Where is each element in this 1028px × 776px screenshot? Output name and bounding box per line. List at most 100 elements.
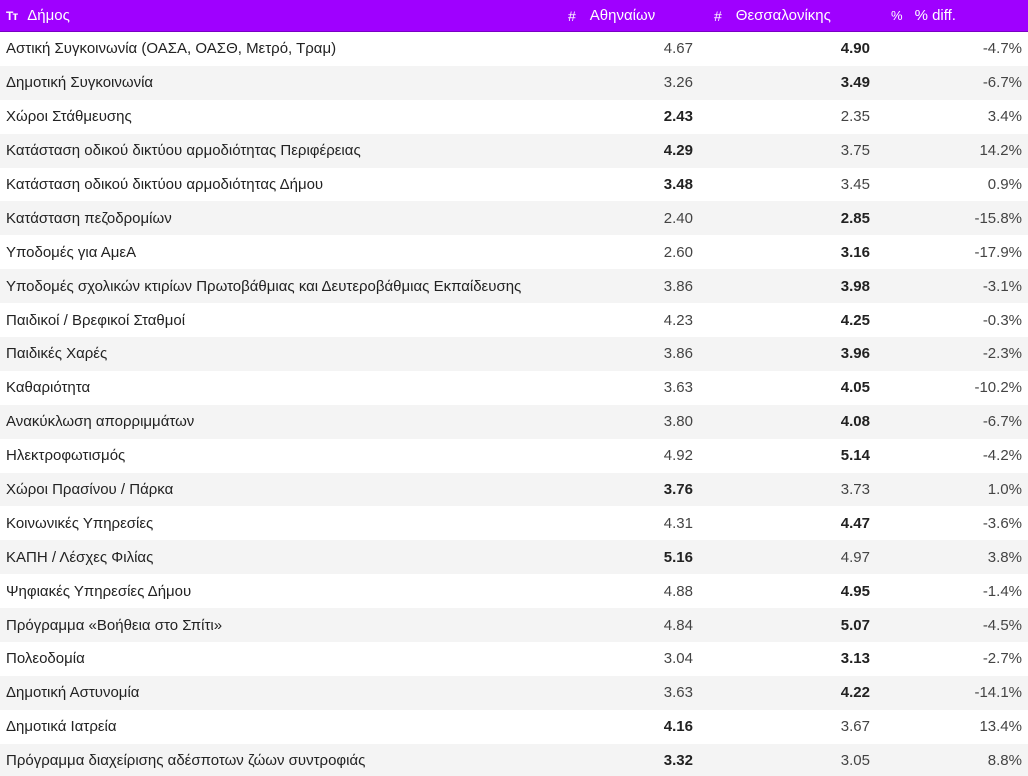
cell-dimos: Αστική Συγκοινωνία (ΟΑΣΑ, ΟΑΣΘ, Μετρό, Τ… (6, 40, 337, 58)
cell-thessalonikis: 4.97 (840, 548, 870, 566)
cell-thessalonikis: 5.07 (840, 616, 870, 634)
cell-dimos: Καθαριότητα (6, 379, 91, 397)
cell-thessalonikis: 4.08 (840, 413, 870, 431)
cell-athinaion: 3.86 (663, 345, 693, 363)
cell-athinaion: 3.80 (663, 413, 693, 431)
cell-dimos: Πρόγραμμα διαχείρισης αδέσποτων ζώων συν… (6, 752, 366, 770)
cell-diff: -10.2% (974, 379, 1022, 397)
cell-diff: -4.7% (982, 40, 1022, 58)
cell-diff: -17.9% (974, 243, 1022, 261)
cell-diff: 3.8% (987, 548, 1022, 566)
table-row: Καθαριότητα 3.63 4.05 -10.2% (0, 370, 1028, 405)
table-row: Ηλεκτροφωτισμός 4.92 5.14 -4.2% (0, 438, 1028, 473)
cell-dimos: Παιδικοί / Βρεφικοί Σταθμοί (6, 311, 186, 329)
cell-thessalonikis: 4.95 (840, 582, 870, 600)
cell-athinaion: 3.04 (663, 650, 693, 668)
cell-dimos: Πολεοδομία (6, 650, 85, 668)
cell-diff: 3.4% (987, 108, 1022, 126)
cell-thessalonikis: 3.05 (840, 752, 870, 770)
cell-thessalonikis: 2.35 (840, 108, 870, 126)
column-header-label: Θεσσαλονίκης (735, 7, 831, 24)
cell-athinaion: 4.67 (663, 40, 693, 58)
column-header-thessalonikis[interactable]: # Θεσσαλονίκης (702, 0, 879, 31)
cell-diff: -2.7% (982, 650, 1022, 668)
cell-thessalonikis: 3.67 (840, 718, 870, 736)
cell-diff: -3.1% (982, 277, 1022, 295)
cell-thessalonikis: 3.49 (840, 74, 870, 92)
cell-diff: 13.4% (979, 718, 1022, 736)
cell-athinaion: 3.63 (663, 684, 693, 702)
cell-diff: 14.2% (979, 142, 1022, 160)
column-header-athinaion[interactable]: # Αθηναίων (556, 0, 702, 31)
cell-diff: 1.0% (987, 481, 1022, 499)
cell-athinaion: 4.88 (663, 582, 693, 600)
data-table: Tт Δήμος # Αθηναίων # Θεσσαλονίκης % % d… (0, 0, 1028, 776)
cell-athinaion: 4.23 (663, 311, 693, 329)
table-row: Δημοτικά Ιατρεία 4.16 3.67 13.4% (0, 709, 1028, 744)
cell-thessalonikis: 3.13 (840, 650, 870, 668)
cell-athinaion: 2.60 (663, 243, 693, 261)
cell-thessalonikis: 4.22 (840, 684, 870, 702)
cell-dimos: Κατάσταση πεζοδρομίων (6, 209, 172, 227)
cell-dimos: Κατάσταση οδικού δικτύου αρμοδιότητας Πε… (6, 142, 361, 160)
column-header-diff[interactable]: % % diff. (879, 0, 1028, 31)
cell-dimos: Ψηφιακές Υπηρεσίες Δήμου (6, 582, 192, 600)
cell-athinaion: 3.32 (663, 752, 693, 770)
cell-dimos: Κοινωνικές Υπηρεσίες (6, 514, 154, 532)
cell-thessalonikis: 4.90 (840, 40, 870, 58)
cell-thessalonikis: 3.75 (840, 142, 870, 160)
cell-thessalonikis: 4.47 (840, 514, 870, 532)
cell-diff: -14.1% (974, 684, 1022, 702)
cell-athinaion: 4.29 (663, 142, 693, 160)
table-row: Παιδικές Χαρές 3.86 3.96 -2.3% (0, 337, 1028, 371)
cell-diff: 0.9% (987, 176, 1022, 193)
cell-thessalonikis: 4.25 (840, 311, 870, 329)
cell-thessalonikis: 3.45 (840, 176, 870, 193)
column-header-label: Αθηναίων (589, 7, 656, 24)
cell-diff: -4.5% (982, 616, 1022, 634)
table-row: Πρόγραμμα «Βοήθεια στο Σπίτι» 4.84 5.07 -4.… (0, 608, 1028, 643)
cell-diff: -3.6% (982, 514, 1022, 532)
table-row: Κατάσταση οδικού δικτύου αρμοδιότητας Πε… (0, 133, 1028, 168)
column-header-dimos[interactable]: Tт Δήμος (0, 0, 556, 31)
table-row: Χώροι Πρασίνου / Πάρκα 3.76 3.73 1.0% (0, 472, 1028, 507)
table-row: Πρόγραμμα διαχείρισης αδέσποτων ζώων συν… (0, 743, 1028, 776)
cell-athinaion: 5.16 (663, 548, 693, 566)
cell-dimos: Υποδομές για ΑμεΑ (6, 243, 137, 261)
cell-diff: -4.2% (982, 447, 1022, 465)
cell-athinaion: 4.84 (663, 616, 693, 634)
cell-dimos: Πρόγραμμα «Βοήθεια στο Σπίτι» (6, 616, 223, 634)
cell-athinaion: 3.63 (663, 379, 693, 397)
cell-thessalonikis: 4.05 (840, 379, 870, 397)
cell-athinaion: 2.43 (663, 108, 693, 126)
cell-dimos: Δημοτική Αστυνομία (6, 684, 140, 702)
cell-athinaion: 3.76 (663, 481, 693, 499)
cell-dimos: Ανακύκλωση απορριμμάτων (6, 413, 195, 431)
cell-athinaion: 2.40 (663, 209, 693, 227)
table-row: Υποδομές για ΑμεΑ 2.60 3.16 -17.9% (0, 235, 1028, 270)
cell-thessalonikis: 5.14 (840, 447, 870, 465)
table-body: Αστική Συγκοινωνία (ΟΑΣΑ, ΟΑΣΘ, Μετρό, Τ… (0, 32, 1028, 776)
table-row: Δημοτική Αστυνομία 3.63 4.22 -14.1% (0, 675, 1028, 710)
table-header: Tт Δήμος # Αθηναίων # Θεσσαλονίκης % % d… (0, 0, 1028, 32)
table-row: Ψηφιακές Υπηρεσίες Δήμου 4.88 4.95 -1.4% (0, 574, 1028, 609)
cell-dimos: Κατάσταση οδικού δικτύου αρμοδιότητας Δή… (6, 176, 324, 193)
cell-athinaion: 4.16 (663, 718, 693, 736)
text-type-icon: Tт (6, 8, 18, 23)
table-row: Παιδικοί / Βρεφικοί Σταθμοί 4.23 4.25 -0.3% (0, 303, 1028, 338)
table-row: Δημοτική Συγκοινωνία 3.26 3.49 -6.7% (0, 65, 1028, 100)
table-row: Κατάσταση οδικού δικτύου αρμοδιότητας Δή… (0, 167, 1028, 202)
cell-thessalonikis: 3.98 (840, 277, 870, 295)
percent-type-icon: % (891, 8, 903, 23)
table-row: Χώροι Στάθμευσης 2.43 2.35 3.4% (0, 99, 1028, 134)
cell-dimos: Δημοτικά Ιατρεία (6, 718, 117, 736)
table-row: Αστική Συγκοινωνία (ΟΑΣΑ, ΟΑΣΘ, Μετρό, Τ… (0, 32, 1028, 66)
cell-diff: -6.7% (982, 413, 1022, 431)
number-type-icon: # (714, 7, 722, 24)
column-header-label: % diff. (914, 7, 956, 24)
cell-diff: 8.8% (987, 752, 1022, 770)
cell-dimos: ΚΑΠΗ / Λέσχες Φιλίας (6, 548, 154, 566)
cell-thessalonikis: 3.73 (840, 481, 870, 499)
cell-athinaion: 3.48 (663, 176, 693, 193)
cell-diff: -6.7% (982, 74, 1022, 92)
